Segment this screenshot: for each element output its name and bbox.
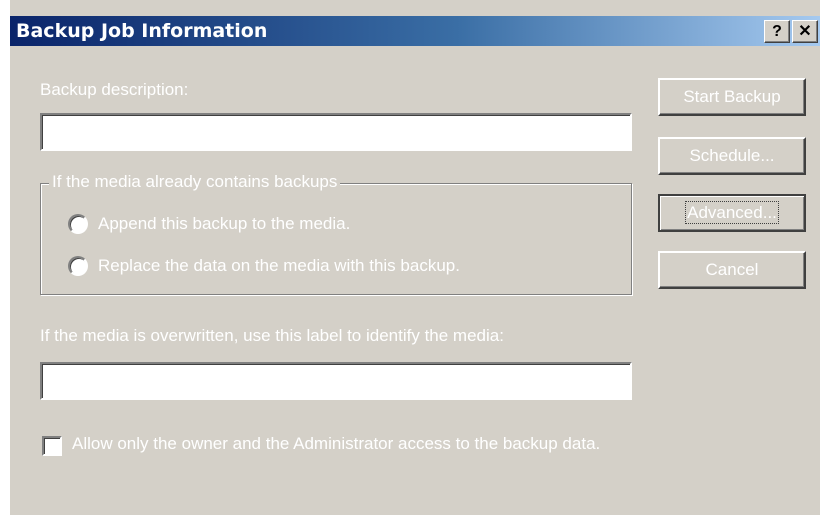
dialog-window: Backup Job Information ? ✕ Backup descri…	[8, 0, 820, 515]
close-button[interactable]: ✕	[792, 20, 818, 43]
start-backup-button[interactable]: Start Backup	[658, 78, 806, 116]
owner-access-label: Allow only the owner and the Administrat…	[72, 434, 601, 453]
owner-access-option[interactable]: Allow only the owner and the Administrat…	[42, 432, 632, 456]
append-radio[interactable]	[68, 214, 88, 234]
advanced-button-label: Advanced...	[685, 201, 779, 224]
schedule-button[interactable]: Schedule...	[658, 137, 806, 175]
replace-radio[interactable]	[68, 256, 88, 276]
media-label-field-label: If the media is overwritten, use this la…	[40, 326, 504, 345]
media-label-input[interactable]	[40, 362, 632, 400]
cancel-button[interactable]: Cancel	[658, 251, 806, 289]
media-options-group: If the media already contains backups Ap…	[40, 172, 632, 295]
help-icon: ?	[772, 23, 782, 40]
media-options-group-label: If the media already contains backups	[49, 172, 341, 192]
backup-description-input[interactable]	[40, 113, 632, 151]
window-title: Backup Job Information	[16, 20, 268, 42]
help-button[interactable]: ?	[764, 20, 790, 43]
replace-option[interactable]: Replace the data on the media with this …	[68, 254, 460, 278]
title-bar[interactable]: Backup Job Information ? ✕	[10, 16, 820, 46]
backup-description-label: Backup description:	[40, 80, 189, 99]
owner-access-checkbox[interactable]	[42, 436, 62, 456]
replace-option-label: Replace the data on the media with this …	[98, 256, 460, 275]
append-option[interactable]: Append this backup to the media.	[68, 212, 350, 236]
close-icon: ✕	[798, 23, 812, 40]
advanced-button[interactable]: Advanced...	[658, 194, 806, 232]
append-option-label: Append this backup to the media.	[98, 214, 351, 233]
